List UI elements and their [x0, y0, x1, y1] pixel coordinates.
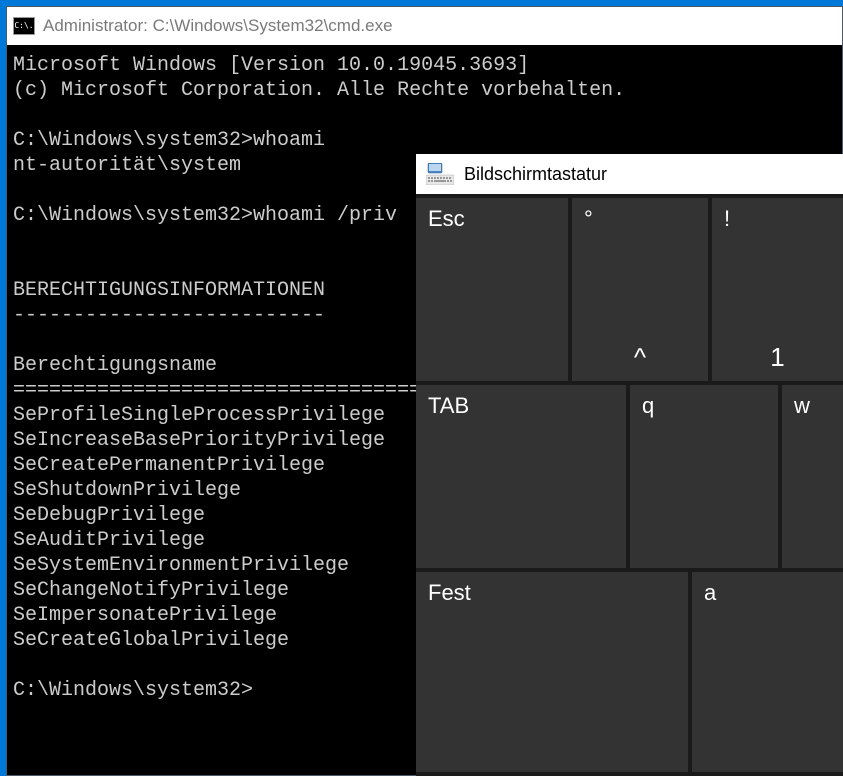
key-capslock-label: Fest — [428, 580, 471, 606]
key-1-top-label: ! — [724, 206, 730, 232]
cmd-window-title: Administrator: C:\Windows\System32\cmd.e… — [43, 16, 393, 36]
cmd-titlebar[interactable]: C:\. Administrator: C:\Windows\System32\… — [7, 7, 842, 45]
osk-window-title: Bildschirmtastatur — [464, 164, 607, 185]
cmd-icon: C:\. — [13, 17, 35, 35]
onscreen-keyboard-window: Bildschirmtastatur Esc ° ^ ! 1 TAB q w F… — [416, 154, 843, 776]
key-caret[interactable]: ° ^ — [572, 198, 708, 381]
key-a[interactable]: a — [692, 572, 843, 772]
key-1-bottom-label: 1 — [770, 342, 784, 373]
key-caret-bottom-label: ^ — [634, 342, 646, 373]
key-q-label: q — [642, 393, 654, 419]
cmd-line: (c) Microsoft Corporation. Alle Rechte v… — [13, 78, 836, 103]
key-1[interactable]: ! 1 — [712, 198, 843, 381]
osk-titlebar[interactable]: Bildschirmtastatur — [416, 154, 843, 194]
key-capslock[interactable]: Fest — [416, 572, 688, 772]
cmd-line: C:\Windows\system32>whoami — [13, 128, 836, 153]
key-tab[interactable]: TAB — [416, 385, 626, 568]
key-w[interactable]: w — [782, 385, 843, 568]
key-caret-top-label: ° — [584, 206, 593, 232]
osk-key-area: Esc ° ^ ! 1 TAB q w Fest a — [416, 194, 843, 776]
key-q[interactable]: q — [630, 385, 778, 568]
key-tab-label: TAB — [428, 393, 469, 419]
cmd-line — [13, 103, 836, 128]
key-esc[interactable]: Esc — [416, 198, 568, 381]
key-a-label: a — [704, 580, 716, 606]
cmd-line: Microsoft Windows [Version 10.0.19045.36… — [13, 53, 836, 78]
keyboard-icon — [426, 163, 454, 185]
key-w-label: w — [794, 393, 810, 419]
key-esc-label: Esc — [428, 206, 465, 232]
